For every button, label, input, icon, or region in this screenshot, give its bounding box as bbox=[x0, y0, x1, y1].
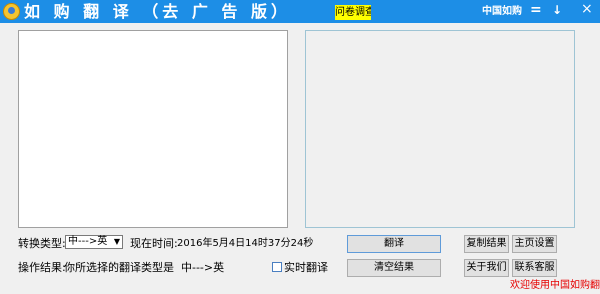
homepage-settings-button[interactable]: 主页设置 bbox=[512, 235, 557, 253]
about-us-button[interactable]: 关于我们 bbox=[464, 259, 509, 277]
result-text: 你所选择的翻译类型是 中--->英 bbox=[64, 261, 225, 274]
close-icon[interactable]: × bbox=[581, 1, 593, 17]
app-window: 如 购 翻 译 （去 广 告 版） 问卷调查 中国如购 = ↓ × 转换类型: … bbox=[0, 0, 600, 294]
source-text-input[interactable] bbox=[18, 30, 288, 228]
chevron-down-icon: ▼ bbox=[113, 237, 120, 246]
welcome-link[interactable]: 欢迎使用中国如购翻译 bbox=[510, 279, 600, 292]
app-logo-icon bbox=[3, 3, 20, 20]
title-bar[interactable]: 如 购 翻 译 （去 广 告 版） 问卷调查 中国如购 = ↓ × bbox=[0, 0, 600, 23]
brand-link[interactable]: 中国如购 bbox=[482, 5, 522, 18]
current-time-label: 现在时间: bbox=[130, 237, 178, 250]
realtime-label[interactable]: 实时翻译 bbox=[284, 261, 328, 275]
conversion-type-label: 转换类型: bbox=[18, 237, 66, 250]
conversion-type-value: 中--->英 bbox=[68, 236, 108, 247]
current-time-value: 2016年5月4日14时37分24秒 bbox=[177, 238, 314, 249]
copy-results-button[interactable]: 复制结果 bbox=[464, 235, 509, 253]
translation-output[interactable] bbox=[305, 30, 575, 228]
minimize-icon[interactable]: ↓ bbox=[552, 2, 562, 18]
result-label: 操作结果: bbox=[18, 261, 66, 274]
window-title: 如 购 翻 译 （去 广 告 版） bbox=[24, 2, 291, 21]
menu-icon[interactable]: = bbox=[530, 2, 542, 18]
conversion-type-select[interactable]: 中--->英 ▼ bbox=[65, 235, 123, 249]
contact-support-button[interactable]: 联系客服 bbox=[512, 259, 557, 277]
clear-results-button[interactable]: 清空结果 bbox=[347, 259, 441, 277]
realtime-checkbox[interactable] bbox=[272, 262, 282, 272]
translate-button[interactable]: 翻译 bbox=[347, 235, 441, 253]
survey-button[interactable]: 问卷调查 bbox=[335, 5, 371, 20]
